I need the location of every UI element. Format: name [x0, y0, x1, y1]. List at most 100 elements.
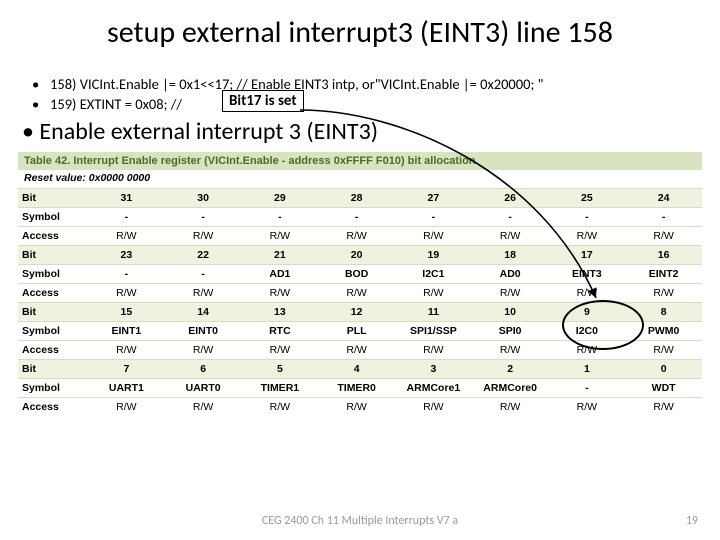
access-cell: R/W	[165, 341, 242, 360]
bit-cell: 18	[472, 246, 549, 265]
bit-cell: 24	[625, 189, 702, 208]
code-bullets: 158) VICInt.Enable |= 0x1<<17; // Enable…	[28, 75, 702, 113]
bit-cell: 25	[549, 189, 626, 208]
symbol-cell: -	[472, 208, 549, 227]
code-line-159: 159) EXTINT = 0x08; //	[28, 95, 702, 113]
symbol-cell: -	[549, 208, 626, 227]
symbol-cell: ARMCore0	[472, 379, 549, 398]
row-label-access: Access	[18, 341, 88, 360]
access-cell: R/W	[88, 341, 165, 360]
symbol-cell: -	[165, 265, 242, 284]
access-cell: R/W	[242, 398, 319, 417]
bit-cell: 21	[242, 246, 319, 265]
bit-cell: 6	[165, 360, 242, 379]
access-cell: R/W	[242, 341, 319, 360]
access-cell: R/W	[625, 284, 702, 303]
bit-cell: 5	[242, 360, 319, 379]
bit-cell: 29	[242, 189, 319, 208]
symbol-cell: AD1	[242, 265, 319, 284]
row-label-bit: Bit	[18, 189, 88, 208]
table-reset: Reset value: 0x0000 0000	[18, 170, 702, 188]
symbol-cell: BOD	[318, 265, 395, 284]
symbol-cell: EINT1	[88, 322, 165, 341]
row-label-access: Access	[18, 227, 88, 246]
bit-cell: 23	[88, 246, 165, 265]
access-cell: R/W	[549, 341, 626, 360]
access-cell: R/W	[549, 227, 626, 246]
access-cell: R/W	[165, 284, 242, 303]
access-cell: R/W	[472, 341, 549, 360]
page-number: 19	[686, 514, 698, 528]
footer-text: CEG 2400 Ch 11 Multiple Interrupts V7 a	[0, 514, 720, 528]
bit-cell: 4	[318, 360, 395, 379]
slide: setup external interrupt3 (EINT3) line 1…	[0, 0, 720, 540]
symbol-cell: TIMER1	[242, 379, 319, 398]
bit-cell: 20	[318, 246, 395, 265]
register-table-wrap: Table 42. Interrupt Enable register (VIC…	[18, 152, 702, 416]
symbol-cell: UART0	[165, 379, 242, 398]
bit-cell: 16	[625, 246, 702, 265]
symbol-cell: RTC	[242, 322, 319, 341]
access-cell: R/W	[88, 398, 165, 417]
symbol-cell: PLL	[318, 322, 395, 341]
symbol-cell: EINT0	[165, 322, 242, 341]
access-cell: R/W	[165, 227, 242, 246]
symbol-cell: SPI1/SSP	[395, 322, 472, 341]
symbol-cell: -	[88, 208, 165, 227]
bit-cell: 8	[625, 303, 702, 322]
table-caption: Table 42. Interrupt Enable register (VIC…	[18, 152, 702, 170]
access-cell: R/W	[549, 398, 626, 417]
enable-heading: Enable external interrupt 3 (EINT3)	[22, 117, 702, 146]
bit-cell: 19	[395, 246, 472, 265]
access-cell: R/W	[318, 341, 395, 360]
bit-cell: 10	[472, 303, 549, 322]
bit-cell: 27	[395, 189, 472, 208]
bit-cell: 22	[165, 246, 242, 265]
symbol-cell: SPI0	[472, 322, 549, 341]
bit-cell: 9	[549, 303, 626, 322]
bit-cell: 17	[549, 246, 626, 265]
access-cell: R/W	[318, 284, 395, 303]
access-cell: R/W	[318, 398, 395, 417]
access-cell: R/W	[88, 284, 165, 303]
bit-cell: 31	[88, 189, 165, 208]
access-cell: R/W	[395, 227, 472, 246]
symbol-cell: I2C1	[395, 265, 472, 284]
row-label-access: Access	[18, 398, 88, 417]
bit-cell: 2	[472, 360, 549, 379]
access-cell: R/W	[242, 284, 319, 303]
register-table: Bit3130292827262524Symbol--------AccessR…	[18, 188, 702, 416]
symbol-cell: -	[318, 208, 395, 227]
symbol-cell: WDT	[625, 379, 702, 398]
access-cell: R/W	[318, 227, 395, 246]
symbol-cell: I2C0	[549, 322, 626, 341]
bit-cell: 7	[88, 360, 165, 379]
bit-cell: 11	[395, 303, 472, 322]
symbol-cell: -	[88, 265, 165, 284]
symbol-cell: TIMER0	[318, 379, 395, 398]
symbol-cell: EINT2	[625, 265, 702, 284]
row-label-bit: Bit	[18, 303, 88, 322]
row-label-symbol: Symbol	[18, 208, 88, 227]
access-cell: R/W	[395, 398, 472, 417]
row-label-symbol: Symbol	[18, 379, 88, 398]
access-cell: R/W	[472, 284, 549, 303]
symbol-cell: PWM0	[625, 322, 702, 341]
access-cell: R/W	[395, 341, 472, 360]
symbol-cell: EINT3	[549, 265, 626, 284]
bit-cell: 3	[395, 360, 472, 379]
bit-cell: 28	[318, 189, 395, 208]
bit-cell: 12	[318, 303, 395, 322]
symbol-cell: -	[395, 208, 472, 227]
row-label-bit: Bit	[18, 360, 88, 379]
bit-cell: 15	[88, 303, 165, 322]
bit-cell: 0	[625, 360, 702, 379]
access-cell: R/W	[472, 398, 549, 417]
access-cell: R/W	[625, 227, 702, 246]
access-cell: R/W	[549, 284, 626, 303]
bit-cell: 13	[242, 303, 319, 322]
row-label-symbol: Symbol	[18, 265, 88, 284]
symbol-cell: -	[242, 208, 319, 227]
access-cell: R/W	[472, 227, 549, 246]
bit-cell: 14	[165, 303, 242, 322]
